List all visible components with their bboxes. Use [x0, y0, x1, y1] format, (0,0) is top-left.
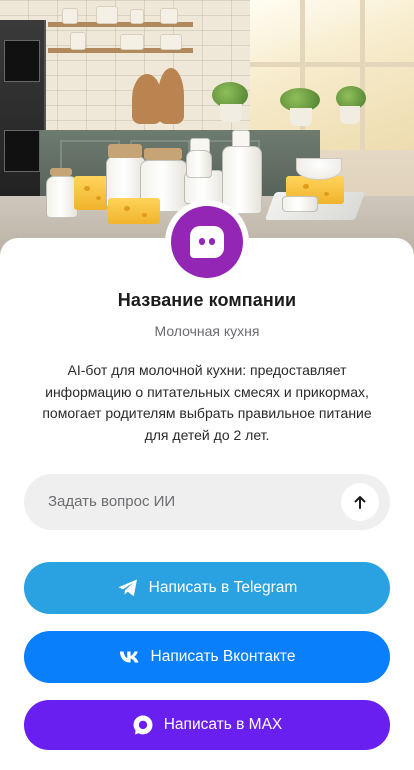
vk-button-label: Написать Вконтакте — [150, 648, 296, 665]
telegram-button-label: Написать в Telegram — [148, 579, 298, 596]
hero-window-frame — [250, 62, 414, 67]
hero-window-frame — [360, 0, 365, 150]
cheese — [108, 198, 160, 224]
ask-ai-input[interactable]: Задать вопрос ИИ — [24, 474, 390, 530]
cheese — [74, 176, 108, 210]
cheese-soft — [282, 196, 318, 212]
bowl — [296, 158, 342, 180]
telegram-icon — [117, 577, 139, 599]
hero-window — [250, 0, 414, 150]
max-icon — [132, 714, 154, 736]
hero-window-frame — [300, 0, 305, 150]
milk-bottle — [186, 150, 212, 178]
vk-icon — [119, 646, 141, 668]
company-description: AI-бот для молочной кухни: предоставляет… — [42, 362, 372, 443]
company-subtitle: Молочная кухня — [154, 323, 260, 339]
company-avatar — [165, 200, 249, 284]
company-name: Название компании — [117, 290, 297, 310]
ask-ai-placeholder: Задать вопрос ИИ — [48, 493, 176, 510]
send-button[interactable] — [341, 483, 379, 521]
avatar — [171, 206, 243, 278]
telegram-button[interactable]: Написать в Telegram — [24, 562, 390, 614]
max-button-label: Написать в MAX — [163, 716, 283, 733]
milk-bottle — [222, 146, 262, 214]
chat-bot-icon — [190, 226, 224, 258]
max-button[interactable]: Написать в MAX — [24, 700, 390, 750]
vk-button[interactable]: Написать Вконтакте — [24, 631, 390, 683]
arrow-up-icon — [354, 496, 366, 509]
